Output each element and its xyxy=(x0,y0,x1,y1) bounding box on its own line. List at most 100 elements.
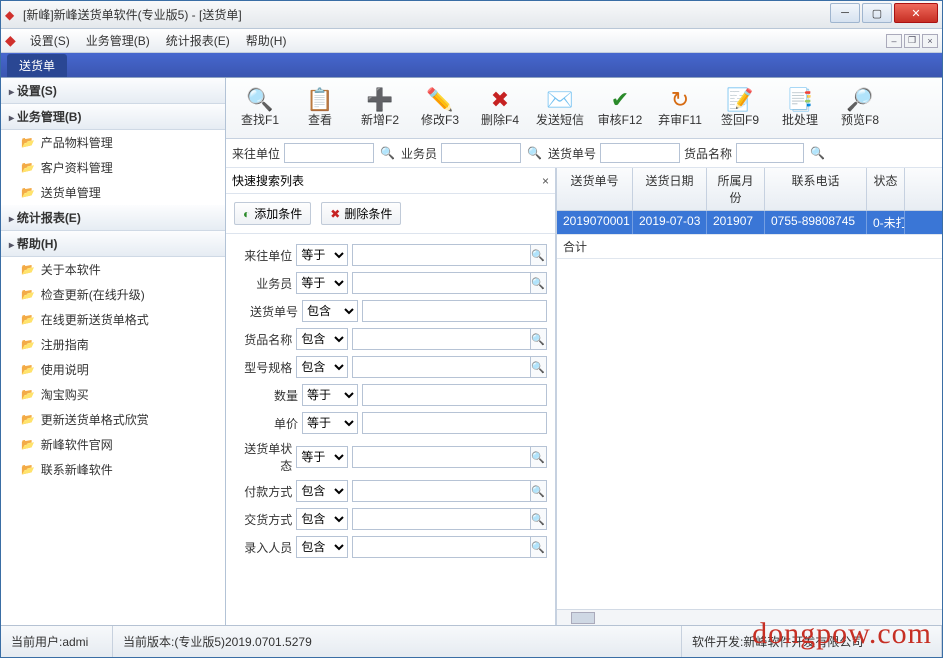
close-button[interactable]: ✕ xyxy=(894,3,938,23)
mdi-close-button[interactable]: × xyxy=(922,34,938,48)
sidebar-item[interactable]: 产品物料管理 xyxy=(1,130,225,155)
mdi-restore-button[interactable]: ❐ xyxy=(904,34,920,48)
sidebar-item[interactable]: 送货单管理 xyxy=(1,180,225,205)
search-icon[interactable]: 🔍 xyxy=(531,508,547,530)
search-icon[interactable]: 🔍 xyxy=(810,146,825,160)
filter-input-orderno[interactable] xyxy=(600,143,680,163)
summary-row: 合计 xyxy=(557,235,942,259)
search-icon[interactable]: 🔍 xyxy=(531,272,547,294)
condition-value-input[interactable] xyxy=(362,412,547,434)
condition-operator[interactable]: 等于 xyxy=(302,384,358,406)
filter-input-company[interactable] xyxy=(284,143,374,163)
minimize-button[interactable]: ─ xyxy=(830,3,860,23)
toolbar-icon: 📑 xyxy=(786,89,813,111)
nav-group-reports[interactable]: 统计报表(E) xyxy=(1,205,225,231)
grid-header-cell[interactable]: 所属月份 xyxy=(707,168,765,210)
menu-reports[interactable]: 统计报表(E) xyxy=(158,30,238,51)
toolbar-button[interactable]: ✏️修改F3 xyxy=(412,82,468,134)
condition-value-input[interactable] xyxy=(352,356,531,378)
sidebar-item[interactable]: 关于本软件 xyxy=(1,257,225,282)
grid-header-cell[interactable]: 联系电话 xyxy=(765,168,867,210)
condition-value-input[interactable] xyxy=(362,384,547,406)
toolbar-label: 弃审F11 xyxy=(658,111,702,128)
menu-business[interactable]: 业务管理(B) xyxy=(78,30,158,51)
sidebar-item[interactable]: 淘宝购买 xyxy=(1,382,225,407)
quick-close-icon[interactable]: × xyxy=(542,174,549,188)
status-version: 当前版本:(专业版5)2019.0701.5279 xyxy=(113,626,682,657)
maximize-button[interactable]: ▢ xyxy=(862,3,892,23)
toolbar-button[interactable]: ✖删除F4 xyxy=(472,82,528,134)
condition-value-input[interactable] xyxy=(352,244,531,266)
nav-group-business[interactable]: 业务管理(B) xyxy=(1,104,225,130)
search-icon[interactable]: 🔍 xyxy=(527,146,542,160)
search-icon[interactable]: 🔍 xyxy=(531,480,547,502)
sidebar-item[interactable]: 联系新峰软件 xyxy=(1,457,225,482)
toolbar-button[interactable]: 📝签回F9 xyxy=(712,82,768,134)
grid-header-cell[interactable]: 送货单号 xyxy=(557,168,633,210)
search-icon[interactable]: 🔍 xyxy=(531,446,547,468)
horizontal-scrollbar[interactable] xyxy=(557,609,942,625)
condition-row: 业务员 等于 🔍 xyxy=(234,272,547,294)
toolbar-button[interactable]: ↻弃审F11 xyxy=(652,82,708,134)
filter-label-orderno: 送货单号 xyxy=(548,145,596,162)
condition-row: 数量 等于 xyxy=(234,384,547,406)
grid-header-cell[interactable]: 送货日期 xyxy=(633,168,707,210)
toolbar-button[interactable]: 🔍查找F1 xyxy=(232,82,288,134)
search-icon[interactable]: 🔍 xyxy=(531,244,547,266)
sidebar-item[interactable]: 在线更新送货单格式 xyxy=(1,307,225,332)
sidebar-item[interactable]: 检查更新(在线升级) xyxy=(1,282,225,307)
sidebar-item[interactable]: 更新送货单格式欣赏 xyxy=(1,407,225,432)
quick-search-title: 快速搜索列表 xyxy=(232,172,304,189)
grid-header-cell[interactable]: 状态 xyxy=(867,168,905,210)
condition-value-input[interactable] xyxy=(362,300,547,322)
toolbar-button[interactable]: 🔎预览F8 xyxy=(832,82,888,134)
filter-input-salesman[interactable] xyxy=(441,143,521,163)
filter-input-product[interactable] xyxy=(736,143,804,163)
condition-operator[interactable]: 等于 xyxy=(296,244,347,266)
sidebar-item[interactable]: 新峰软件官网 xyxy=(1,432,225,457)
condition-operator[interactable]: 包含 xyxy=(296,508,347,530)
condition-operator[interactable]: 包含 xyxy=(296,356,347,378)
condition-label: 送货单号 xyxy=(234,303,302,320)
condition-value-input[interactable] xyxy=(352,508,531,530)
filter-label-salesman: 业务员 xyxy=(401,145,437,162)
condition-operator[interactable]: 等于 xyxy=(296,272,347,294)
toolbar-label: 批处理 xyxy=(782,111,818,128)
search-icon[interactable]: 🔍 xyxy=(531,536,547,558)
condition-operator[interactable]: 包含 xyxy=(296,480,347,502)
mdi-minimize-button[interactable]: – xyxy=(886,34,902,48)
condition-operator[interactable]: 等于 xyxy=(296,446,347,468)
toolbar-button[interactable]: ✔审核F12 xyxy=(592,82,648,134)
condition-operator[interactable]: 包含 xyxy=(296,328,347,350)
toolbar-icon: ✏️ xyxy=(426,89,453,111)
sidebar-item[interactable]: 注册指南 xyxy=(1,332,225,357)
menu-settings[interactable]: 设置(S) xyxy=(22,30,78,51)
toolbar-button[interactable]: ➕新增F2 xyxy=(352,82,408,134)
condition-operator[interactable]: 包含 xyxy=(302,300,358,322)
menu-help[interactable]: 帮助(H) xyxy=(238,30,295,51)
titlebar: ◆ [新峰]新峰送货单软件(专业版5) - [送货单] ─ ▢ ✕ xyxy=(1,1,942,29)
search-icon[interactable]: 🔍 xyxy=(531,356,547,378)
sidebar-item[interactable]: 使用说明 xyxy=(1,357,225,382)
condition-value-input[interactable] xyxy=(352,272,531,294)
nav-group-help[interactable]: 帮助(H) xyxy=(1,231,225,257)
search-icon[interactable]: 🔍 xyxy=(531,328,547,350)
toolbar-button[interactable]: ✉️发送短信 xyxy=(532,82,588,134)
condition-value-input[interactable] xyxy=(352,446,531,468)
nav-group-settings[interactable]: 设置(S) xyxy=(1,78,225,104)
sidebar-item[interactable]: 客户资料管理 xyxy=(1,155,225,180)
table-row[interactable]: 2019070001 2019-07-03 201907 0755-898087… xyxy=(557,211,942,235)
toolbar-button[interactable]: 📑批处理 xyxy=(772,82,828,134)
toolbar-button[interactable]: 📋查看 xyxy=(292,82,348,134)
search-icon[interactable]: 🔍 xyxy=(380,146,395,160)
toolbar-label: 签回F9 xyxy=(721,111,759,128)
document-tabs: 送货单 xyxy=(1,53,942,77)
condition-value-input[interactable] xyxy=(352,328,531,350)
condition-operator[interactable]: 包含 xyxy=(296,536,347,558)
condition-value-input[interactable] xyxy=(352,480,531,502)
condition-value-input[interactable] xyxy=(352,536,531,558)
condition-operator[interactable]: 等于 xyxy=(302,412,358,434)
tab-delivery-order[interactable]: 送货单 xyxy=(7,54,67,77)
add-condition-button[interactable]: ◐添加条件 xyxy=(234,202,311,225)
delete-condition-button[interactable]: ✖删除条件 xyxy=(321,202,401,225)
